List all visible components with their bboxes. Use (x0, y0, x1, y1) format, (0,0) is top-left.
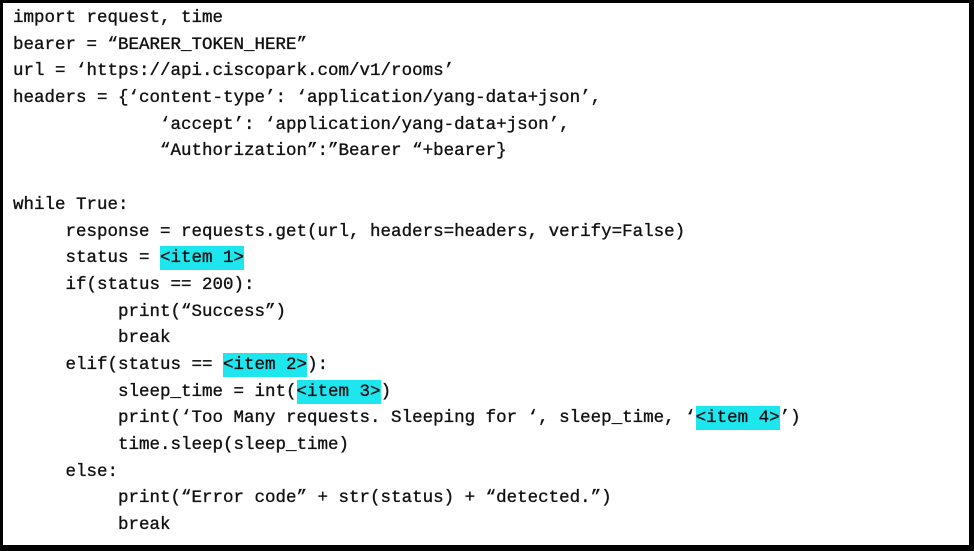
code-text: ’) (779, 408, 801, 429)
code-text: ): (307, 354, 329, 375)
code-line: print(“Error code” + str(status) + “dete… (13, 485, 801, 512)
code-text: else: (13, 461, 119, 482)
code-text: break (13, 328, 171, 349)
code-text: ‘accept’: ‘application/yang-data+json’, (13, 114, 570, 135)
code-line: “Authorization”:”Bearer “+bearer} (13, 138, 801, 165)
code-text: elif(status == (13, 354, 224, 375)
code-text: bearer = “BEARER_TOKEN_HERE” (13, 34, 308, 55)
code-line: url = ‘https://api.ciscopark.com/v1/room… (13, 58, 801, 85)
code-text: url = ‘https://api.ciscopark.com/v1/room… (13, 61, 455, 82)
blank-placeholder: <item 3> (296, 379, 381, 404)
code-line: headers = {‘content-type’: ‘application/… (13, 85, 801, 112)
code-line: bearer = “BEARER_TOKEN_HERE” (13, 32, 801, 59)
code-line: import request, time (13, 5, 801, 32)
code-line: response = requests.get(url, headers=hea… (13, 219, 801, 246)
code-document-frame: import request, time bearer = “BEARER_TOK… (3, 3, 969, 545)
code-line: sleep_time = int(<item 3>) (13, 379, 801, 406)
code-text: status = (13, 248, 161, 269)
blank-placeholder: <item 1> (160, 246, 245, 271)
code-text: ) (380, 381, 392, 402)
code-text: while True: (13, 194, 129, 215)
code-line: while True: (13, 192, 801, 219)
code-line: if(status == 200): (13, 272, 801, 299)
code-text: “Authorization”:”Bearer “+bearer} (13, 141, 507, 162)
code-text: if(status == 200): (13, 274, 255, 295)
blank-placeholder: <item 2> (223, 352, 308, 377)
code-text: sleep_time = int( (13, 381, 297, 402)
code-line: else: (13, 459, 801, 486)
blank-placeholder: <item 4> (695, 406, 780, 431)
code-line: print(‘Too Many requests. Sleeping for ‘… (13, 405, 801, 432)
code-line: elif(status == <item 2>): (13, 352, 801, 379)
code-line: break (13, 512, 801, 539)
code-text: response = requests.get(url, headers=hea… (13, 221, 686, 242)
code-text: break (13, 515, 171, 536)
code-text: print(“Error code” + str(status) + “dete… (13, 488, 612, 509)
code-text: print(“Success”) (13, 301, 287, 322)
code-line: print(“Success”) (13, 299, 801, 326)
code-text: time.sleep(sleep_time) (13, 435, 350, 455)
code-text: import request, time (13, 8, 224, 28)
code-line: time.sleep(sleep_time) (13, 432, 801, 459)
code-line: ‘accept’: ‘application/yang-data+json’, (13, 112, 801, 139)
code-line: status = <item 1> (13, 245, 801, 272)
code-text: print(‘Too Many requests. Sleeping for ‘… (13, 408, 696, 429)
code-line: break (13, 325, 801, 352)
code-block: import request, time bearer = “BEARER_TOK… (13, 5, 801, 539)
code-text: headers = {‘content-type’: ‘application/… (13, 88, 602, 109)
